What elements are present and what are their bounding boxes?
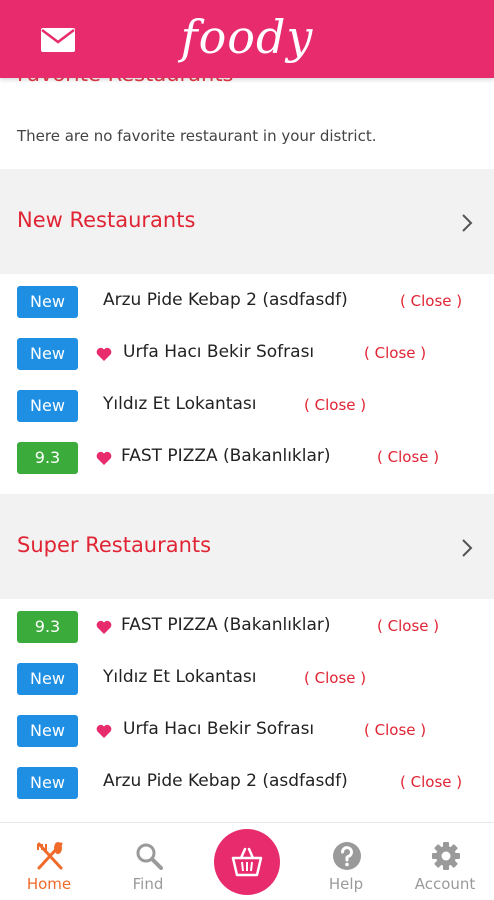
app-header: foody [0, 0, 494, 78]
tab-help-label: Help [328, 875, 364, 893]
new-restaurants-header[interactable]: New Restaurants [0, 191, 494, 253]
restaurant-status: ( Close ) [400, 773, 463, 791]
restaurant-row[interactable]: New Arzu Pide Kebap 2 (asdfasdf) ( Close… [0, 755, 494, 807]
content-scroll[interactable]: Favorite Restaurants There are no favori… [0, 0, 494, 822]
search-icon [136, 843, 163, 870]
restaurant-name: Urfa Hacı Bekir Sofrası [123, 342, 315, 362]
super-restaurants-header[interactable]: Super Restaurants [0, 516, 494, 578]
new-restaurants-title: New Restaurants [17, 208, 196, 232]
restaurant-name: Yıldız Et Lokantası [103, 667, 257, 687]
restaurant-status: ( Close ) [364, 344, 427, 362]
restaurant-name: Arzu Pide Kebap 2 (asdfasdf) [103, 771, 348, 791]
restaurant-row[interactable]: New Yıldız Et Lokantası ( Close ) [0, 651, 494, 703]
heart-icon [96, 724, 112, 738]
chevron-right-icon [462, 539, 473, 557]
favorites-header: Favorite Restaurants [0, 78, 494, 103]
tab-help[interactable]: Help [301, 823, 391, 900]
restaurant-name: FAST PIZZA (Bakanlıklar) [121, 615, 331, 635]
bottom-tab-bar: Home Find Help Account [0, 822, 494, 900]
tab-home-label: Home [26, 875, 72, 893]
new-restaurants-list: New Arzu Pide Kebap 2 (asdfasdf) ( Close… [0, 274, 494, 494]
restaurant-row[interactable]: 9.3 FAST PIZZA (Bakanlıklar) ( Close ) [0, 430, 494, 482]
heart-icon [96, 347, 112, 361]
basket-icon [231, 847, 263, 877]
heart-icon [96, 451, 112, 465]
restaurant-name: FAST PIZZA (Bakanlıklar) [121, 446, 331, 466]
favorites-title: Favorite Restaurants [17, 78, 234, 86]
super-restaurants-title: Super Restaurants [17, 533, 212, 557]
restaurant-row[interactable]: 9.3 FAST PIZZA (Bakanlıklar) ( Close ) [0, 599, 494, 651]
tab-account[interactable]: Account [400, 823, 490, 900]
restaurant-name: Urfa Hacı Bekir Sofrası [123, 719, 315, 739]
basket-button[interactable] [214, 829, 280, 895]
restaurant-name: Yıldız Et Lokantası [103, 394, 257, 414]
app-logo: foody [180, 10, 314, 64]
help-icon [333, 842, 361, 870]
score-badge: 9.3 [17, 442, 78, 474]
new-badge: New [17, 286, 78, 318]
new-badge: New [17, 338, 78, 370]
new-badge: New [17, 390, 78, 422]
restaurant-name: Arzu Pide Kebap 2 (asdfasdf) [103, 290, 348, 310]
fork-knife-icon [37, 842, 63, 870]
restaurant-status: ( Close ) [364, 721, 427, 739]
restaurant-row[interactable]: New Arzu Pide Kebap 2 (asdfasdf) ( Close… [0, 274, 494, 326]
restaurant-status: ( Close ) [304, 669, 367, 687]
new-badge: New [17, 715, 78, 747]
tab-account-label: Account [414, 875, 476, 893]
restaurant-row[interactable]: New Urfa Hacı Bekir Sofrası ( Close ) [0, 326, 494, 378]
restaurant-status: ( Close ) [377, 617, 440, 635]
new-badge: New [17, 767, 78, 799]
restaurant-row[interactable]: New Urfa Hacı Bekir Sofrası ( Close ) [0, 703, 494, 755]
tab-home[interactable]: Home [4, 823, 94, 900]
restaurant-row[interactable]: New Yıldız Et Lokantası ( Close ) [0, 378, 494, 430]
favorites-empty-message: There are no favorite restaurant in your… [17, 127, 377, 145]
new-badge: New [17, 663, 78, 695]
restaurant-status: ( Close ) [377, 448, 440, 466]
restaurant-status: ( Close ) [400, 292, 463, 310]
heart-icon [96, 620, 112, 634]
restaurant-status: ( Close ) [304, 396, 367, 414]
favorites-empty-card: There are no favorite restaurant in your… [0, 103, 494, 169]
super-restaurants-list: 9.3 FAST PIZZA (Bakanlıklar) ( Close ) N… [0, 599, 494, 822]
chevron-right-icon [462, 214, 473, 232]
tab-find-label: Find [132, 875, 164, 893]
score-badge: 9.3 [17, 611, 78, 643]
gear-icon [432, 842, 460, 870]
tab-find[interactable]: Find [103, 823, 193, 900]
